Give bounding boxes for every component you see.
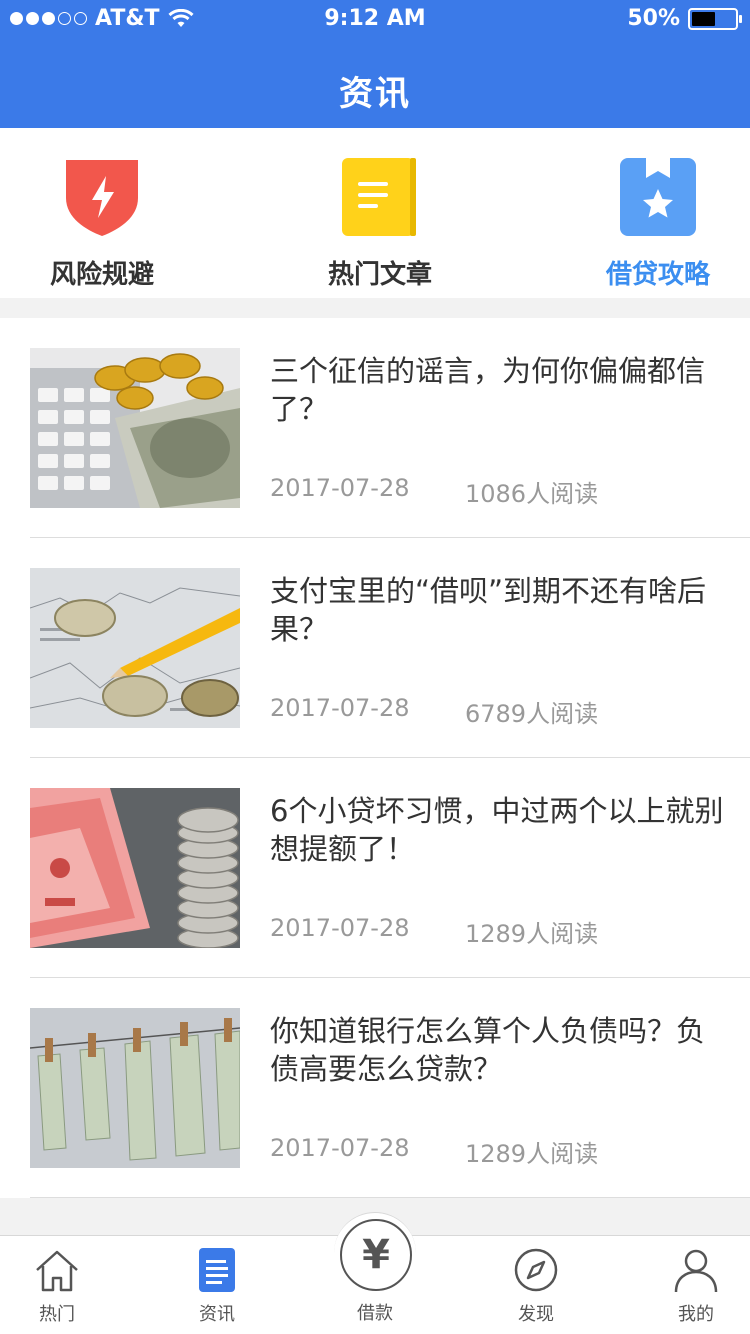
article-thumbnail [30,348,240,508]
yuan-icon: ¥ [362,1232,390,1278]
category-loan-guide[interactable]: 借贷攻略 [568,156,748,291]
article-title: 三个征信的谣言，为何你偏偏都信了？ [270,354,706,426]
bookmark-star-icon [620,158,696,236]
tab-mine[interactable]: 我的 [636,1246,750,1326]
shield-lightning-icon [66,160,138,236]
compass-icon [514,1248,558,1292]
category-label: 热门文章 [327,260,432,290]
article-thumbnail [30,1008,240,1168]
article-read-count: 1086人阅读 [465,480,599,508]
article-title: 支付宝里的“借呗”到期不还有啥后果？ [270,574,707,646]
battery-percent: 50% [627,6,680,31]
notebook-icon [342,158,416,236]
tab-discover[interactable]: 发现 [476,1246,596,1326]
article-item[interactable]: 三个征信的谣言，为何你偏偏都信了？ 2017-07-28 1086人阅读 [0,318,750,538]
article-item[interactable]: 6个小贷坏习惯，中过两个以上就别想提额了！ 2017-07-28 1289人阅读 [0,758,750,978]
article-thumbnail [30,788,240,948]
house-icon [36,1250,78,1292]
article-item[interactable]: 你知道银行怎么算个人负债吗？负债高要怎么贷款？ 2017-07-28 1289人… [0,978,750,1198]
page-title: 资讯 [339,74,411,114]
status-right: 50% [627,6,742,31]
article-read-count: 6789人阅读 [465,700,599,728]
article-date: 2017-07-28 [270,694,410,722]
article-read-count: 1289人阅读 [465,1140,599,1168]
article-thumbnail [30,568,240,728]
divider [30,1197,750,1198]
category-label: 借贷攻略 [605,260,710,290]
tab-label: 借款 [357,1303,393,1324]
article-read-count: 1289人阅读 [465,920,599,948]
tab-label: 我的 [678,1304,714,1325]
category-risk-avoidance[interactable]: 风险规避 [12,156,192,291]
tab-label: 热门 [39,1304,75,1325]
category-hot-articles[interactable]: 热门文章 [290,156,470,291]
article-date: 2017-07-28 [270,474,410,502]
tab-hot[interactable]: 热门 [0,1246,117,1326]
person-icon [674,1249,718,1293]
document-icon [199,1248,235,1292]
tab-label: 发现 [518,1304,554,1325]
battery-icon [688,7,742,30]
article-title: 你知道银行怎么算个人负债吗？负债高要怎么贷款？ [270,1014,706,1086]
tab-label: 资讯 [199,1304,235,1325]
article-item[interactable]: 支付宝里的“借呗”到期不还有啥后果？ 2017-07-28 6789人阅读 [0,538,750,758]
category-label: 风险规避 [49,260,154,290]
tab-news[interactable]: 资讯 [157,1246,277,1326]
loan-button[interactable]: ¥ [340,1219,412,1291]
status-bar: AT&T 9:12 AM 50% [0,0,750,40]
article-list: 三个征信的谣言，为何你偏偏都信了？ 2017-07-28 1086人阅读 支付宝… [0,318,750,1198]
article-date: 2017-07-28 [270,914,410,942]
article-title: 6个小贷坏习惯，中过两个以上就别想提额了！ [270,794,724,866]
header-bar: AT&T 9:12 AM 50% 资讯 [0,0,750,128]
article-date: 2017-07-28 [270,1134,410,1162]
category-row: 风险规避 热门文章 借贷攻略 [0,128,750,298]
